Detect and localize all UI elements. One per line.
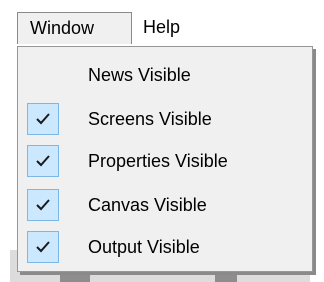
menu-item-label: News Visible [88,65,191,85]
check-icon [36,113,50,125]
check-icon [36,241,50,253]
menu-item-label: Canvas Visible [88,195,207,215]
checked-indicator [27,231,59,263]
menu-item-canvas-visible[interactable]: Canvas Visible [23,187,309,223]
menu-item-label: Properties Visible [88,151,228,171]
checked-indicator [27,145,59,177]
menu-bar: Window Help [0,0,324,47]
menu-item-label: Screens Visible [88,109,212,129]
menu-item-output-visible[interactable]: Output Visible [23,229,309,265]
window-menu[interactable]: Window [17,12,132,44]
check-icon [36,199,50,211]
menu-item-properties-visible[interactable]: Properties Visible [23,143,309,179]
menu-item-screens-visible[interactable]: Screens Visible [23,101,309,137]
window-menu-dropdown: News Visible Screens Visible Properties … [17,46,313,272]
check-icon [36,155,50,167]
menu-item-label: Output Visible [88,237,200,257]
checked-indicator [27,189,59,221]
menu-item-news-visible[interactable]: News Visible [23,57,309,93]
checked-indicator [27,103,59,135]
help-menu[interactable]: Help [131,12,211,44]
